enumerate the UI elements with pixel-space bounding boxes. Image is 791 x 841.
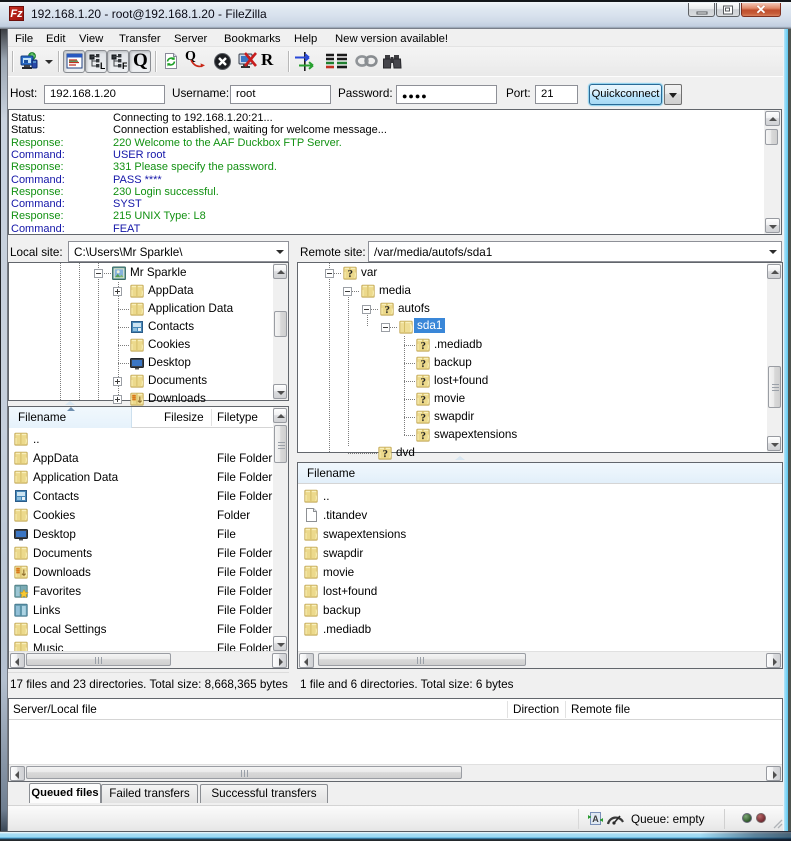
svg-text:A: A (592, 814, 599, 824)
svg-text:F: F (122, 61, 127, 70)
svg-text:L: L (100, 61, 105, 70)
